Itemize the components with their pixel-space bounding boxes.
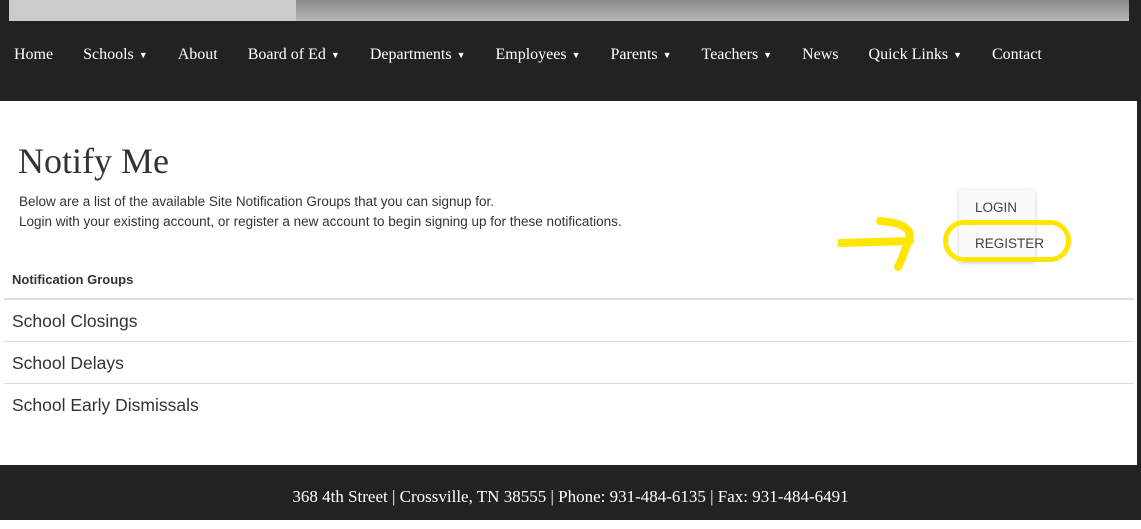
nav-item-news[interactable]: News: [802, 46, 838, 64]
intro-line: Login with your existing account, or reg…: [19, 214, 622, 229]
nav-item-board-of-ed[interactable]: Board of Ed ▼: [248, 46, 340, 64]
groups-table: School Closings School Delays School Early…: [4, 298, 1134, 425]
header-banner: [0, 0, 1141, 21]
footer-contact: 368 4th Street | Crossville, TN 38555 | …: [0, 465, 1141, 520]
caret-down-icon: ▼: [662, 50, 672, 61]
banner-image: [296, 0, 1129, 21]
nav-item-schools[interactable]: Schools ▼: [83, 46, 148, 64]
nav-item-label: Teachers: [701, 46, 759, 63]
nav-item-label: Parents: [610, 46, 658, 63]
group-row[interactable]: School Early Dismissals: [4, 384, 1134, 425]
nav-item-quick-links[interactable]: Quick Links ▼: [869, 46, 962, 64]
nav-item-departments[interactable]: Departments ▼: [370, 46, 466, 64]
caret-down-icon: ▼: [330, 50, 340, 61]
intro-text: Below are a list of the available Site N…: [19, 192, 622, 232]
nav-item-parents[interactable]: Parents ▼: [611, 46, 672, 64]
nav-item-label: Home: [14, 46, 54, 63]
nav-item-employees[interactable]: Employees ▼: [496, 46, 581, 64]
caret-down-icon: ▼: [571, 50, 581, 61]
intro-line: Below are a list of the available Site N…: [19, 194, 495, 209]
nav-item-label: About: [177, 46, 218, 63]
nav-item-label: Board of Ed: [247, 46, 326, 63]
caret-down-icon: ▼: [138, 50, 148, 61]
nav-item-about[interactable]: About: [178, 46, 218, 64]
nav-item-label: News: [802, 46, 839, 63]
caret-down-icon: ▼: [763, 50, 773, 61]
groups-header: Notification Groups: [12, 272, 134, 287]
group-row[interactable]: School Delays: [4, 342, 1134, 384]
nav-item-teachers[interactable]: Teachers ▼: [702, 46, 773, 64]
group-row[interactable]: School Closings: [4, 300, 1134, 342]
nav-item-label: Employees: [495, 46, 567, 63]
nav-item-label: Departments: [369, 46, 452, 63]
arrow-annotation: [838, 217, 915, 271]
caret-down-icon: ▼: [953, 50, 962, 61]
nav-item-label: Quick Links: [868, 46, 949, 63]
scrollbar[interactable]: [1137, 101, 1141, 465]
main-nav: Home Schools ▼ About Board of Ed ▼ Departments…: [0, 21, 1141, 101]
page-title: Notify Me: [18, 141, 169, 181]
nav-item-contact[interactable]: Contact: [992, 46, 1042, 64]
nav-item-home[interactable]: Home: [14, 46, 53, 64]
caret-down-icon: ▼: [456, 50, 466, 61]
nav-item-label: Schools: [83, 46, 134, 63]
highlight-circle-annotation: [943, 220, 1071, 262]
nav-item-label: Contact: [992, 46, 1042, 63]
